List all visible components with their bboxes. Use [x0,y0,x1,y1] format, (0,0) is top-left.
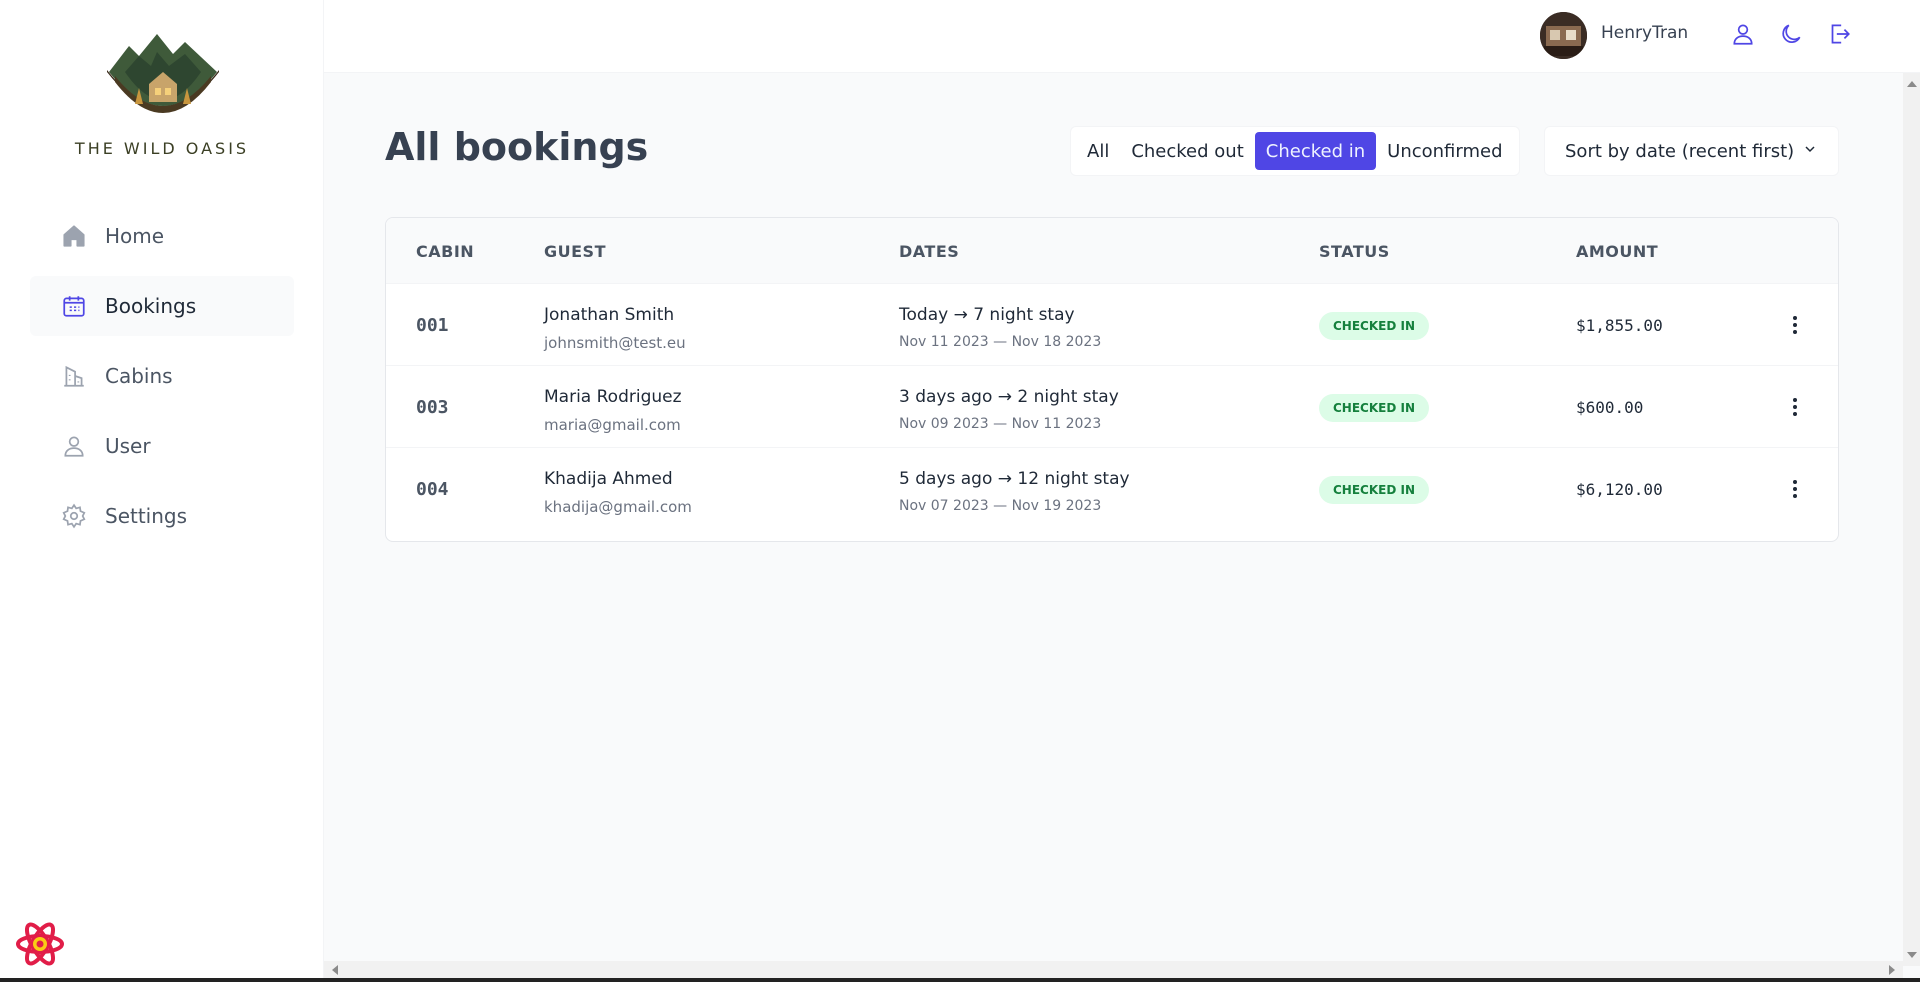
calendar-icon [60,292,88,320]
booking-amount: $1,855.00 [1576,316,1663,335]
sidebar-item-label: Bookings [105,294,197,318]
cabin-number: 004 [416,479,449,500]
user-icon [60,432,88,460]
filter-checked-in[interactable]: Checked in [1254,132,1377,170]
sidebar-item-label: Settings [105,504,188,528]
sidebar: THE WILD OASIS Home Bookings Cabins User [0,0,324,982]
guest-name: Khadija Ahmed [544,469,673,489]
table-row: 004 Khadija Ahmed khadija@gmail.com 5 da… [386,448,1838,530]
avatar[interactable] [1540,12,1587,59]
logout-icon [1826,21,1852,51]
more-vertical-icon [1793,398,1797,416]
logo [105,32,221,124]
username: HenryTran [1601,23,1689,43]
column-header-guest: GUEST [544,242,606,261]
bookings-table: CABIN GUEST DATES STATUS AMOUNT 001 Jona… [385,217,1839,542]
page-title: All bookings [385,125,649,169]
more-vertical-icon [1793,316,1797,334]
sidebar-item-home[interactable]: Home [30,206,294,266]
status-badge: CHECKED IN [1319,394,1429,422]
stay-summary: Today → 7 night stay [899,305,1075,325]
home-icon [60,222,88,250]
row-menu-button[interactable] [1781,311,1809,339]
horizontal-scrollbar[interactable] [324,961,1903,978]
row-menu-button[interactable] [1781,393,1809,421]
sidebar-item-user[interactable]: User [30,416,294,476]
sidebar-item-settings[interactable]: Settings [30,486,294,546]
column-header-cabin: CABIN [416,242,475,261]
table-row: 001 Jonathan Smith johnsmith@test.eu Tod… [386,284,1838,366]
date-range: Nov 07 2023 — Nov 19 2023 [899,498,1102,514]
booking-amount: $600.00 [1576,398,1644,417]
more-vertical-icon [1793,480,1797,498]
sort-select[interactable]: Sort by date (recent first) [1544,126,1839,176]
user-icon [1730,21,1756,51]
logout-button[interactable] [1823,20,1855,52]
moon-icon [1778,21,1804,51]
account-button[interactable] [1727,20,1759,52]
column-header-amount: AMOUNT [1576,242,1659,261]
sidebar-item-cabins[interactable]: Cabins [30,346,294,406]
status-badge: CHECKED IN [1319,476,1429,504]
filter-all[interactable]: All [1076,132,1120,170]
building-icon [60,362,88,390]
sidebar-item-label: User [105,434,151,458]
sidebar-item-label: Home [105,224,165,248]
sort-value: Sort by date (recent first) [1565,140,1795,162]
column-header-status: STATUS [1319,242,1390,261]
booking-filter: All Checked out Checked in Unconfirmed [1070,126,1520,176]
window-bottom-edge [0,978,1920,982]
table-row: 003 Maria Rodriguez maria@gmail.com 3 da… [386,366,1838,448]
vertical-scrollbar[interactable] [1903,73,1920,966]
guest-email: maria@gmail.com [544,416,681,434]
gear-icon [60,502,88,530]
sidebar-item-bookings[interactable]: Bookings [30,276,294,336]
scroll-down-arrow-icon[interactable] [1907,952,1917,958]
react-devtools-icon[interactable] [14,918,66,970]
guest-name: Jonathan Smith [544,305,675,325]
row-menu-button[interactable] [1781,475,1809,503]
brand-name: THE WILD OASIS [74,139,250,158]
filter-unconfirmed[interactable]: Unconfirmed [1376,132,1513,170]
status-badge: CHECKED IN [1319,312,1429,340]
sidebar-nav: Home Bookings Cabins User Settings [30,206,294,556]
date-range: Nov 09 2023 — Nov 11 2023 [899,416,1102,432]
stay-summary: 5 days ago → 12 night stay [899,469,1130,489]
cabin-number: 001 [416,315,449,336]
dark-mode-toggle[interactable] [1775,20,1807,52]
scroll-up-arrow-icon[interactable] [1907,81,1917,87]
date-range: Nov 11 2023 — Nov 18 2023 [899,334,1102,350]
sidebar-item-label: Cabins [105,364,173,388]
stay-summary: 3 days ago → 2 night stay [899,387,1119,407]
scroll-right-arrow-icon[interactable] [1889,965,1895,975]
guest-name: Maria Rodriguez [544,387,682,407]
column-header-dates: DATES [899,242,960,261]
booking-amount: $6,120.00 [1576,480,1663,499]
cabin-number: 003 [416,397,449,418]
scroll-left-arrow-icon[interactable] [332,965,338,975]
header: HenryTran [324,0,1920,73]
chevron-down-icon [1802,141,1818,162]
guest-email: khadija@gmail.com [544,498,692,516]
filter-checked-out[interactable]: Checked out [1120,132,1254,170]
guest-email: johnsmith@test.eu [544,334,686,352]
table-header: CABIN GUEST DATES STATUS AMOUNT [386,218,1838,284]
